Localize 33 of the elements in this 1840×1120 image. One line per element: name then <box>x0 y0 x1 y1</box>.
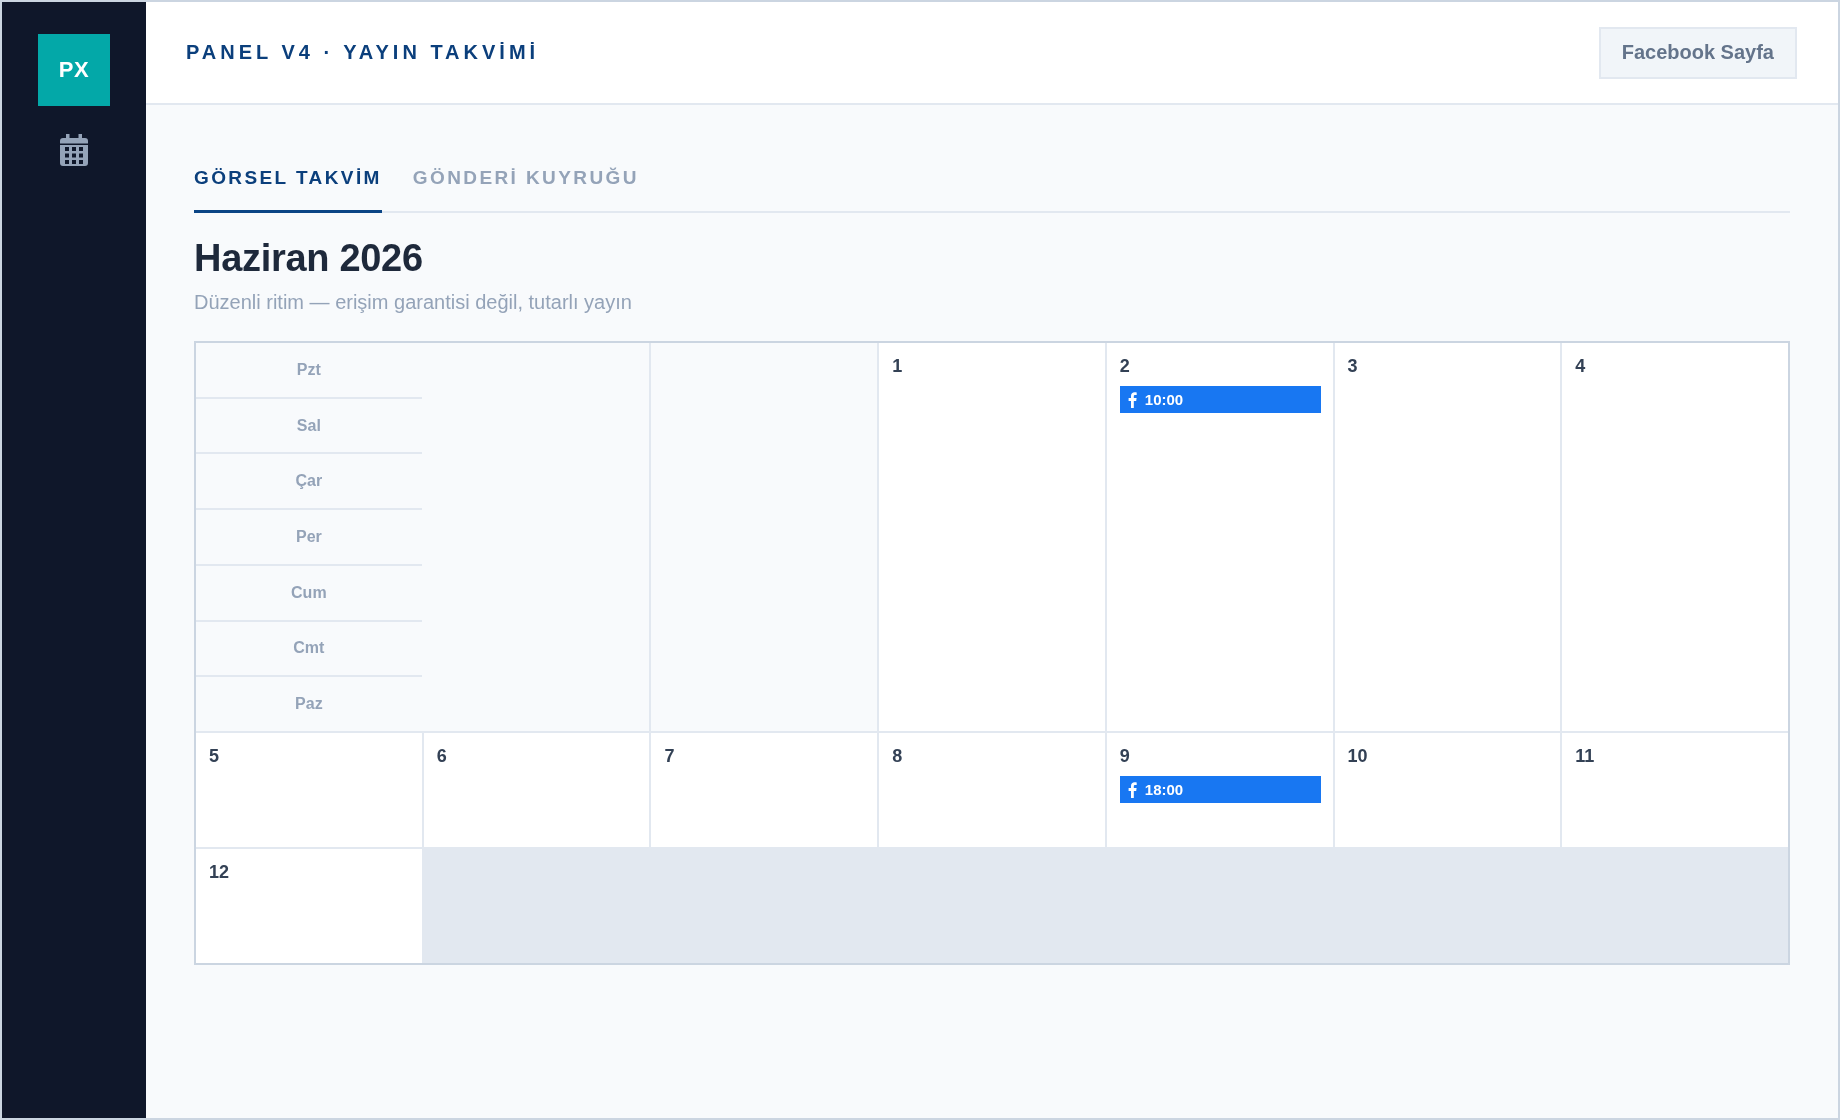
post-time: 10:00 <box>1144 391 1184 408</box>
day-number: 8 <box>892 745 904 767</box>
scheduled-post[interactable]: 10:00 <box>1119 386 1321 413</box>
weekday-label: Sal <box>196 398 422 455</box>
day-number: 11 <box>1575 745 1596 767</box>
day-number: 5 <box>209 745 220 767</box>
tab[interactable]: GÖNDERİ KUYRUĞU <box>412 167 639 213</box>
day-number: 9 <box>1119 745 1131 767</box>
day-number: 3 <box>1347 355 1359 377</box>
month-subtitle: Düzenli ritim — erişim garantisi değil, tutarlı yayın <box>194 290 633 314</box>
tab[interactable]: GÖRSEL TAKVİM <box>194 167 382 213</box>
weekday-label: Çar <box>196 454 422 511</box>
weekday-label: Per <box>196 510 422 566</box>
post-time: 18:00 <box>1144 781 1184 798</box>
app-logo: PX <box>38 34 110 106</box>
f-icon <box>1127 781 1137 798</box>
month-title: Haziran 2026 <box>194 236 424 281</box>
day-number: 1 <box>892 355 904 377</box>
scheduled-post[interactable]: 18:00 <box>1119 776 1321 803</box>
day-number: 7 <box>664 745 676 767</box>
weekday-label: Cmt <box>196 621 422 678</box>
day-number: 6 <box>436 745 448 767</box>
weekday-label: Paz <box>294 694 324 715</box>
page-selector-button[interactable]: Facebook Sayfa <box>1598 26 1797 79</box>
page-title: PANEL V4 · YAYIN TAKVİMİ <box>186 41 540 64</box>
weekday-label: Cum <box>196 565 422 622</box>
f-icon <box>1127 391 1137 408</box>
weekday-label: Pzt <box>196 343 422 399</box>
day-number: 4 <box>1575 355 1587 377</box>
day-number: 2 <box>1119 355 1131 377</box>
calendar-icon[interactable] <box>60 134 88 166</box>
day-number: 12 <box>209 861 231 883</box>
day-number: 10 <box>1347 745 1369 767</box>
